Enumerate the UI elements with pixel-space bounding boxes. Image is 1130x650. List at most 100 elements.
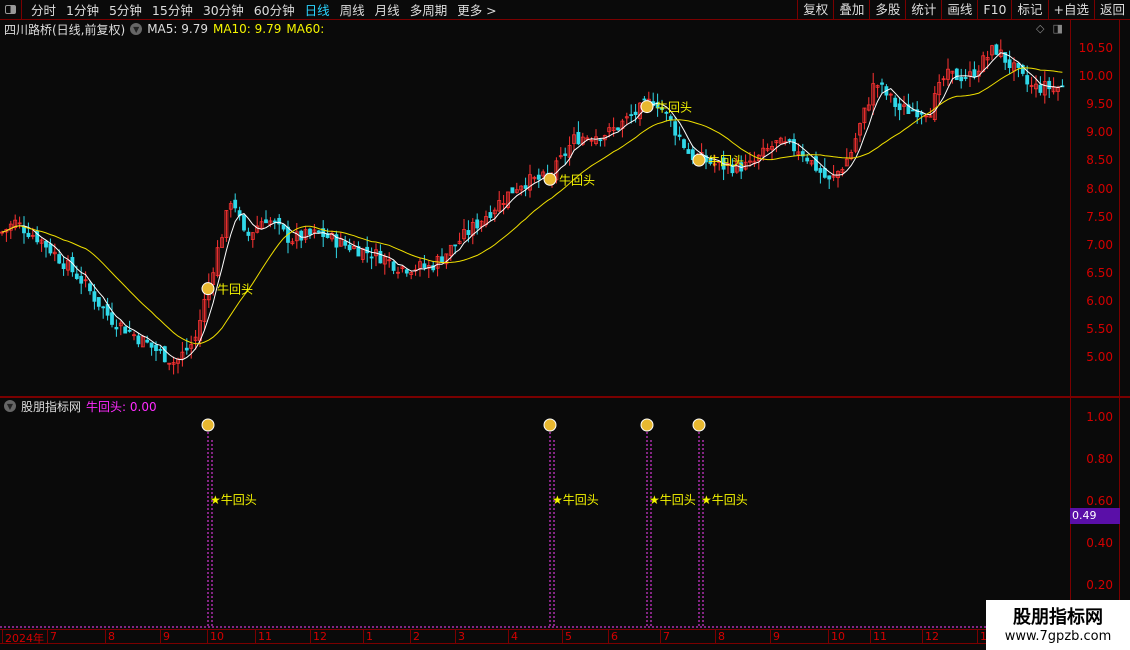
indicator-tick: 1.00	[1086, 410, 1113, 424]
ma5-line	[1, 52, 1063, 361]
candle	[154, 344, 158, 351]
candle	[347, 244, 352, 251]
candle	[404, 269, 409, 274]
candle	[44, 240, 48, 248]
indicator-signal-label: ★牛回头	[701, 492, 748, 507]
candle	[343, 240, 348, 246]
candle	[391, 261, 396, 271]
candle	[616, 127, 620, 131]
candle	[963, 77, 968, 79]
candle	[805, 157, 810, 162]
kline-chart[interactable]: 牛回头 ★牛回头 牛回头 ★牛回头 牛回头 ★牛回头 牛回头 ★牛回头	[0, 0, 1070, 630]
money-bag-icon	[201, 418, 215, 432]
candle	[563, 153, 568, 156]
candle	[880, 82, 884, 85]
money-bag-icon	[692, 418, 706, 432]
date-tick: 2024年	[2, 630, 44, 645]
side-panel	[1120, 20, 1130, 628]
candle	[453, 244, 458, 247]
candle	[792, 139, 796, 152]
candle	[123, 326, 128, 334]
candle	[136, 335, 141, 345]
candle	[48, 243, 53, 254]
chevron-down-icon[interactable]: ▼	[4, 400, 16, 412]
indicator-tick: 0.20	[1086, 578, 1113, 592]
price-tick: 7.00	[1086, 237, 1113, 252]
candle	[466, 230, 471, 235]
date-tick: 7	[47, 630, 57, 644]
candle	[92, 291, 97, 302]
candle	[787, 139, 792, 141]
candle	[1025, 75, 1030, 85]
candle	[422, 263, 427, 269]
candle	[114, 326, 119, 330]
candle	[673, 121, 678, 136]
pane-divider[interactable]	[0, 396, 1130, 398]
candle	[536, 174, 541, 180]
indicator-tick: 0.80	[1086, 452, 1113, 466]
candle	[523, 185, 528, 189]
candle	[910, 109, 915, 112]
candle	[299, 230, 304, 241]
date-tick: 9	[770, 630, 780, 644]
indicator-tick: 0.40	[1086, 536, 1113, 550]
candle	[57, 254, 62, 264]
date-tick: 12	[922, 630, 939, 644]
candle	[488, 212, 493, 218]
money-bag-icon	[640, 418, 654, 432]
date-tick: 7	[660, 630, 670, 644]
signal-label: 牛回头	[708, 153, 744, 168]
indicator-signal-label: ★牛回头	[649, 492, 696, 507]
price-tick: 8.00	[1086, 181, 1113, 196]
candle	[686, 149, 691, 154]
price-tick: 8.50	[1086, 153, 1113, 168]
date-axis: 2024年 7 8 9 10 11 12 1 2 3 4 5 6 7 8 9 10 11 12 1	[0, 629, 1130, 645]
date-tick: 6	[608, 630, 618, 644]
candle	[74, 273, 79, 279]
candle	[369, 256, 374, 259]
candle	[893, 97, 898, 107]
money-bag-icon	[543, 172, 557, 186]
indicator-name: 股朋指标网	[21, 399, 82, 414]
candle	[818, 168, 823, 173]
money-bag-icon	[692, 153, 706, 167]
candle	[184, 347, 189, 351]
date-tick: 12	[310, 630, 327, 644]
price-tick: 5.00	[1086, 350, 1113, 365]
price-tick: 10.00	[1078, 69, 1113, 84]
candle	[972, 69, 977, 78]
price-tick: 6.50	[1086, 265, 1113, 280]
date-tick: 9	[160, 630, 170, 644]
date-tick: 8	[105, 630, 115, 644]
date-tick: 3	[455, 630, 465, 644]
candle	[475, 219, 480, 229]
candle	[79, 275, 84, 284]
date-tick: 2	[410, 630, 420, 644]
watermark-logo: 股朋指标网 www.7gpzb.com	[986, 600, 1130, 650]
indicator-header: ▼ 股朋指标网 牛回头: 0.00	[4, 398, 157, 414]
date-tick: 10	[207, 630, 224, 644]
current-value-badge: 0.49	[1070, 508, 1120, 524]
date-tick: 11	[255, 630, 272, 644]
candle	[576, 131, 581, 145]
date-tick: 5	[562, 630, 572, 644]
candle	[827, 175, 832, 180]
candle	[101, 306, 106, 309]
price-axis: 10.50 10.00 9.50 9.00 8.50 8.00 7.50 7.00 6.50 6.…	[1070, 20, 1120, 628]
candle	[510, 187, 515, 194]
candle	[954, 68, 959, 81]
candle	[149, 342, 154, 348]
price-tick: 6.00	[1086, 293, 1113, 308]
candle	[272, 220, 277, 223]
money-bag-icon	[201, 282, 215, 296]
toolbar-button-8[interactable]: 返回	[1093, 0, 1130, 20]
price-tick: 9.00	[1086, 125, 1113, 140]
signal-label: 牛回头	[656, 100, 692, 115]
candle	[110, 312, 114, 325]
indicator-tick: 0.60	[1086, 494, 1113, 508]
indicator-signal-label: ★牛回头	[210, 492, 257, 507]
date-tick: 8	[715, 630, 725, 644]
candle	[677, 134, 682, 137]
candle	[127, 329, 132, 332]
date-tick: 10	[828, 630, 845, 644]
